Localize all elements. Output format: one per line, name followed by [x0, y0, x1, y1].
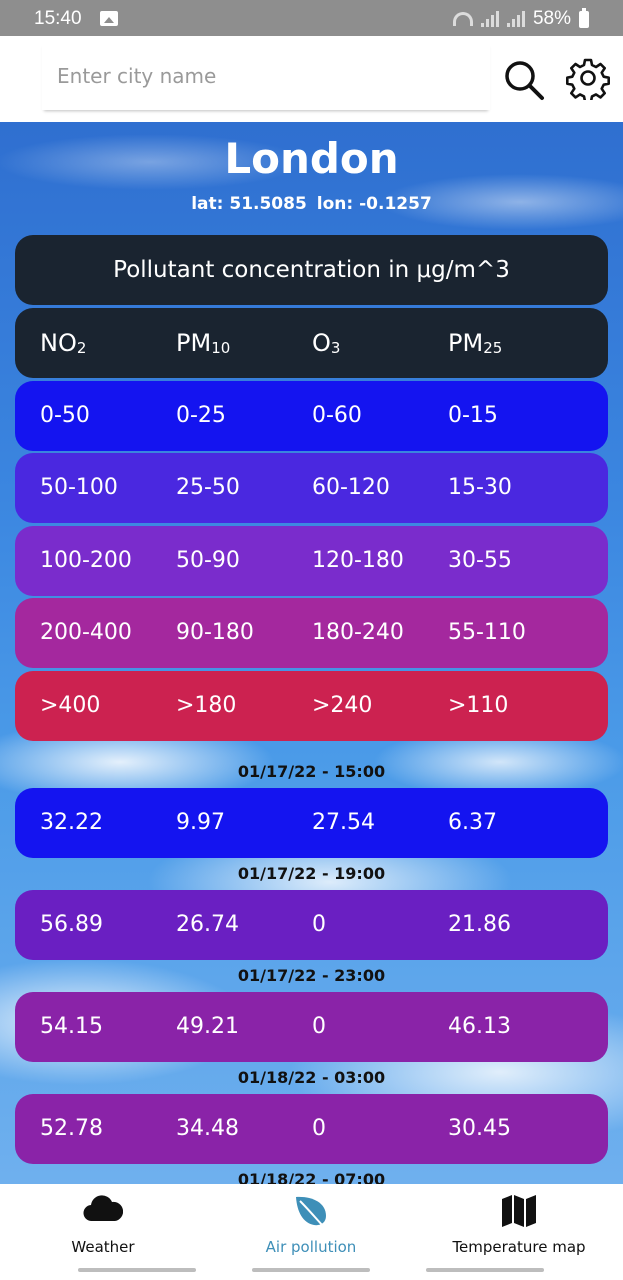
- nav-temperature-map-label: Temperature map: [452, 1238, 586, 1256]
- pollutant-header-row: NO2 PM10 O3 PM25: [15, 308, 608, 378]
- nav-air-pollution-label: Air pollution: [265, 1238, 357, 1256]
- pollutant-pm25: PM25: [448, 329, 503, 357]
- range-row-level-2: 50-100 25-50 60-120 15-30: [15, 453, 608, 523]
- map-icon: [502, 1195, 536, 1227]
- reading-timestamp: 01/17/22 - 15:00: [237, 762, 386, 781]
- reading-o3: 0: [312, 1116, 326, 1141]
- search-icon: [505, 61, 544, 100]
- range-cell: 180-240: [312, 620, 404, 645]
- status-right: 58%: [452, 7, 589, 30]
- search-button[interactable]: [500, 56, 548, 104]
- range-cell: 90-180: [176, 620, 254, 645]
- nav-temperature-map[interactable]: Temperature map: [448, 1184, 590, 1262]
- reading-o3: 0: [312, 912, 326, 937]
- gesture-bar-right: [426, 1268, 544, 1272]
- cloud-icon: [83, 1195, 123, 1222]
- range-cell: 25-50: [176, 475, 240, 500]
- range-cell: 55-110: [448, 620, 526, 645]
- reading-pm10: 49.21: [176, 1014, 239, 1039]
- reading-row[interactable]: 52.78 34.48 0 30.45: [15, 1094, 608, 1164]
- range-cell: 50-90: [176, 548, 240, 573]
- reading-pm10: 9.97: [176, 810, 225, 835]
- range-cell: 120-180: [312, 548, 404, 573]
- nav-weather[interactable]: Weather: [54, 1184, 152, 1262]
- top-bar: [0, 36, 623, 122]
- range-cell: >180: [176, 693, 237, 718]
- bottom-navigation: Weather Air pollution Temperature map: [0, 1184, 623, 1280]
- reading-o3: 0: [312, 1014, 326, 1039]
- wifi-icon: [452, 12, 473, 26]
- reading-no2: 56.89: [40, 912, 103, 937]
- range-cell: 0-15: [448, 403, 498, 428]
- reading-timestamp: 01/18/22 - 07:00: [237, 1170, 386, 1184]
- battery-icon: [579, 7, 589, 28]
- pollutant-pm10: PM10: [176, 329, 231, 357]
- range-cell: 60-120: [312, 475, 390, 500]
- range-cell: 15-30: [448, 475, 512, 500]
- city-name: London: [224, 134, 399, 183]
- range-cell: 0-60: [312, 403, 362, 428]
- range-cell: 30-55: [448, 548, 512, 573]
- reading-timestamp: 01/18/22 - 03:00: [237, 1068, 386, 1087]
- battery-percent: 58%: [532, 8, 571, 29]
- coordinates: lat: 51.5085 lon: -0.1257: [0, 194, 623, 214]
- range-cell: 100-200: [40, 548, 132, 573]
- reading-row[interactable]: 54.15 49.21 0 46.13: [15, 992, 608, 1062]
- range-row-level-3: 100-200 50-90 120-180 30-55: [15, 526, 608, 596]
- reading-no2: 32.22: [40, 810, 103, 835]
- reading-row[interactable]: 56.89 26.74 0 21.86: [15, 890, 608, 960]
- reading-pm25: 30.45: [448, 1116, 511, 1141]
- reading-no2: 52.78: [40, 1116, 103, 1141]
- range-row-level-4: 200-400 90-180 180-240 55-110: [15, 598, 608, 668]
- range-cell: 50-100: [40, 475, 118, 500]
- settings-button[interactable]: [566, 56, 610, 103]
- signal-icon: [480, 11, 499, 27]
- reading-o3: 27.54: [312, 810, 375, 835]
- gear-icon: [566, 58, 610, 103]
- gallery-icon: [100, 11, 118, 26]
- reading-pm25: 46.13: [448, 1014, 511, 1039]
- longitude: lon: -0.1257: [316, 194, 432, 214]
- gesture-bar-center: [252, 1268, 370, 1272]
- air-pollution-content[interactable]: London lat: 51.5085 lon: -0.1257 Pollutan…: [0, 122, 623, 1184]
- range-row-level-5: >400 >180 >240 >110: [15, 671, 608, 741]
- range-cell: 0-50: [40, 403, 90, 428]
- reading-timestamp: 01/17/22 - 23:00: [237, 966, 386, 985]
- reading-row[interactable]: 32.22 9.97 27.54 6.37: [15, 788, 608, 858]
- reading-pm10: 26.74: [176, 912, 239, 937]
- range-cell: >240: [312, 693, 373, 718]
- range-row-level-1: 0-50 0-25 0-60 0-15: [15, 381, 608, 451]
- reading-timestamp: 01/17/22 - 19:00: [237, 864, 386, 883]
- reading-pm25: 6.37: [448, 810, 497, 835]
- range-cell: >110: [448, 693, 509, 718]
- nav-weather-label: Weather: [71, 1238, 135, 1256]
- range-cell: >400: [40, 693, 101, 718]
- city-search-input[interactable]: [42, 42, 490, 110]
- gesture-bar-left: [78, 1268, 196, 1272]
- range-cell: 0-25: [176, 403, 226, 428]
- reading-no2: 54.15: [40, 1014, 103, 1039]
- leaf-icon: [296, 1196, 326, 1227]
- reading-pm10: 34.48: [176, 1116, 239, 1141]
- pollutant-no2: NO2: [40, 329, 87, 357]
- status-bar: 15:40 58%: [0, 0, 623, 36]
- signal-roaming-icon: [506, 11, 525, 27]
- status-time: 15:40: [34, 8, 82, 29]
- reading-pm25: 21.86: [448, 912, 511, 937]
- latitude: lat: 51.5085: [191, 194, 307, 214]
- legend-title: Pollutant concentration in μg/m^3: [15, 235, 608, 305]
- pollutant-o3: O3: [312, 329, 341, 357]
- range-cell: 200-400: [40, 620, 132, 645]
- nav-air-pollution[interactable]: Air pollution: [256, 1184, 366, 1262]
